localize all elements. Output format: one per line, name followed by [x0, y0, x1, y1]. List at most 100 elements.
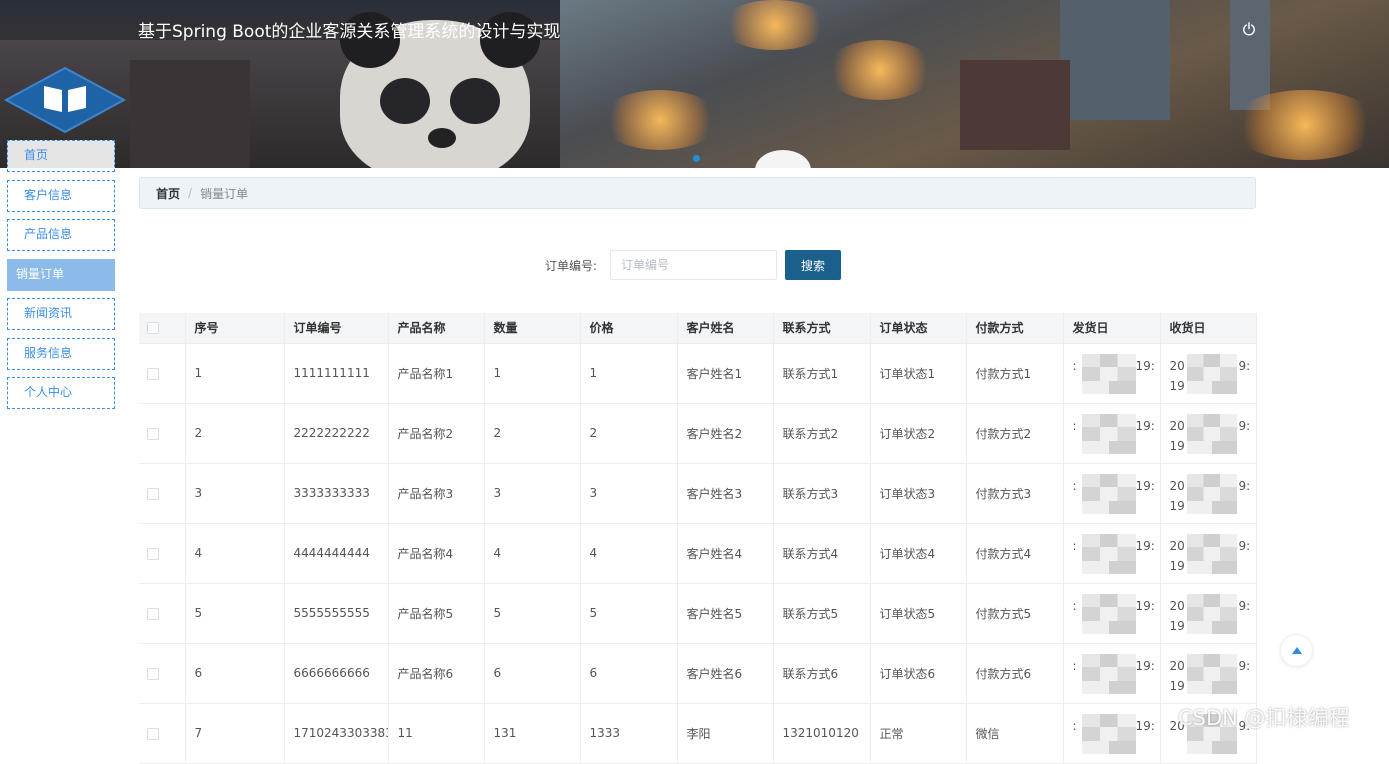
row-checkbox[interactable]	[147, 607, 159, 620]
row-checkbox-cell[interactable]	[139, 583, 186, 644]
cell-no: 7	[185, 703, 285, 764]
search-button[interactable]: 搜索	[785, 250, 841, 280]
power-icon[interactable]	[1239, 19, 1259, 39]
receive-date-year: 19	[1169, 438, 1185, 453]
receive-date-year: 19	[1169, 678, 1185, 693]
ship-date-suffix: 19:	[1135, 598, 1155, 613]
cell-customer: 客户姓名2	[677, 403, 774, 464]
receive-date-prefix: 20	[1169, 658, 1185, 673]
select-all-checkbox[interactable]	[147, 322, 159, 335]
ship-date-prefix: :	[1072, 598, 1077, 613]
row-checkbox[interactable]	[147, 367, 159, 380]
order-number-search-input[interactable]	[610, 250, 777, 280]
cell-pay: 付款方式5	[966, 583, 1064, 644]
sidebar-item-customer[interactable]: 客户信息	[7, 179, 115, 212]
column-header: 付款方式	[966, 313, 1064, 344]
ship-date-prefix: :	[1072, 358, 1077, 373]
receive-date-mosaic	[1186, 413, 1237, 454]
cell-customer: 客户姓名1	[677, 343, 774, 404]
cell-receive-date: 20 9: 19	[1160, 463, 1257, 524]
cell-price: 3	[580, 463, 678, 524]
receive-date-prefix: 20	[1169, 358, 1185, 373]
cell-product: 11	[388, 703, 485, 764]
receive-date-mosaic	[1186, 653, 1237, 694]
ship-date-mosaic	[1081, 593, 1136, 634]
cell-order: 1111111111	[284, 343, 389, 404]
cell-status: 订单状态1	[870, 343, 967, 404]
cell-no: 6	[185, 643, 285, 704]
receive-date-prefix: 20	[1169, 478, 1185, 493]
row-checkbox[interactable]	[147, 727, 159, 740]
table-row: 6 6666666666 产品名称6 6 6 客户姓名6 联系方式6 订单状态6 付款方式6:1…	[139, 643, 1257, 704]
carousel-dot[interactable]	[693, 155, 700, 162]
sidebar-item-product[interactable]: 产品信息	[7, 219, 115, 251]
row-checkbox[interactable]	[147, 547, 159, 560]
sidebar-item-home[interactable]: 首页	[7, 140, 115, 172]
cell-pay: 付款方式1	[966, 343, 1064, 404]
select-all-checkbox-cell[interactable]	[139, 313, 186, 344]
breadcrumb-home[interactable]: 首页	[156, 185, 180, 202]
sidebar-item-service[interactable]: 服务信息	[7, 337, 115, 370]
cell-pay: 付款方式4	[966, 523, 1064, 584]
column-header: 订单编号	[284, 313, 389, 344]
cell-order: 4444444444	[284, 523, 389, 584]
receive-date-mosaic	[1186, 353, 1237, 394]
back-to-top-button[interactable]	[1280, 634, 1313, 667]
cell-contact: 联系方式3	[773, 463, 871, 524]
receive-date-suffix: 9:	[1238, 418, 1251, 433]
banner-lights	[720, 0, 830, 50]
row-checkbox-cell[interactable]	[139, 403, 186, 464]
receive-date-suffix: 9:	[1238, 598, 1251, 613]
receive-date-mosaic	[1186, 473, 1237, 514]
cell-product: 产品名称3	[388, 463, 485, 524]
cell-customer: 客户姓名6	[677, 643, 774, 704]
ship-date-mosaic	[1081, 653, 1136, 694]
row-checkbox[interactable]	[147, 427, 159, 440]
receive-date-year: 19	[1169, 498, 1185, 513]
ship-date-mosaic	[1081, 473, 1136, 514]
cell-customer: 客户姓名5	[677, 583, 774, 644]
sidebar-item-sales-order[interactable]: 销量订单	[7, 258, 115, 291]
cell-contact: 1321010120	[773, 703, 871, 764]
sidebar-item-profile[interactable]: 个人中心	[7, 377, 115, 409]
cell-order: 3333333333	[284, 463, 389, 524]
site-title: 基于Spring Boot的企业客源关系管理系统的设计与实现	[138, 22, 561, 42]
banner-lights	[600, 90, 720, 150]
row-checkbox[interactable]	[147, 487, 159, 500]
row-checkbox[interactable]	[147, 667, 159, 680]
column-header: 价格	[580, 313, 678, 344]
ship-date-suffix: 19:	[1135, 418, 1155, 433]
row-checkbox-cell[interactable]	[139, 463, 186, 524]
cell-receive-date: 20 9: 19	[1160, 403, 1257, 464]
receive-date-prefix: 20	[1169, 598, 1185, 613]
ship-date-mosaic	[1081, 713, 1136, 754]
ship-date-suffix: 19:	[1135, 658, 1155, 673]
column-header: 订单状态	[870, 313, 967, 344]
ship-date-prefix: :	[1072, 718, 1077, 733]
cell-pay: 微信	[966, 703, 1064, 764]
table-row: 7 1710243303383 11 131 1333 李阳 1321010120 正常 微信:…	[139, 703, 1257, 764]
table-row: 4 4444444444 产品名称4 4 4 客户姓名4 联系方式4 订单状态4 付款方式4:1…	[139, 523, 1257, 584]
cell-price: 1	[580, 343, 678, 404]
cell-contact: 联系方式4	[773, 523, 871, 584]
receive-date-suffix: 9:	[1238, 478, 1251, 493]
orders-table: 序号 订单编号 产品名称 数量 价格 客户姓名 联系方式 订单状态 付款方式 发…	[139, 313, 1257, 764]
cell-price: 6	[580, 643, 678, 704]
row-checkbox-cell[interactable]	[139, 343, 186, 404]
receive-date-mosaic	[1186, 533, 1237, 574]
row-checkbox-cell[interactable]	[139, 703, 186, 764]
column-header: 发货日	[1063, 313, 1161, 344]
cell-receive-date: 20 9: 19	[1160, 583, 1257, 644]
cell-price: 2	[580, 403, 678, 464]
cell-contact: 联系方式5	[773, 583, 871, 644]
column-header: 产品名称	[388, 313, 485, 344]
column-header: 数量	[484, 313, 581, 344]
banner-lights	[1230, 90, 1380, 160]
sidebar-item-news[interactable]: 新闻资讯	[7, 298, 115, 330]
cell-ship-date: : 19:	[1063, 583, 1161, 644]
ship-date-prefix: :	[1072, 658, 1077, 673]
cell-price: 1333	[580, 703, 678, 764]
row-checkbox-cell[interactable]	[139, 523, 186, 584]
row-checkbox-cell[interactable]	[139, 643, 186, 704]
ship-date-suffix: 19:	[1135, 718, 1155, 733]
